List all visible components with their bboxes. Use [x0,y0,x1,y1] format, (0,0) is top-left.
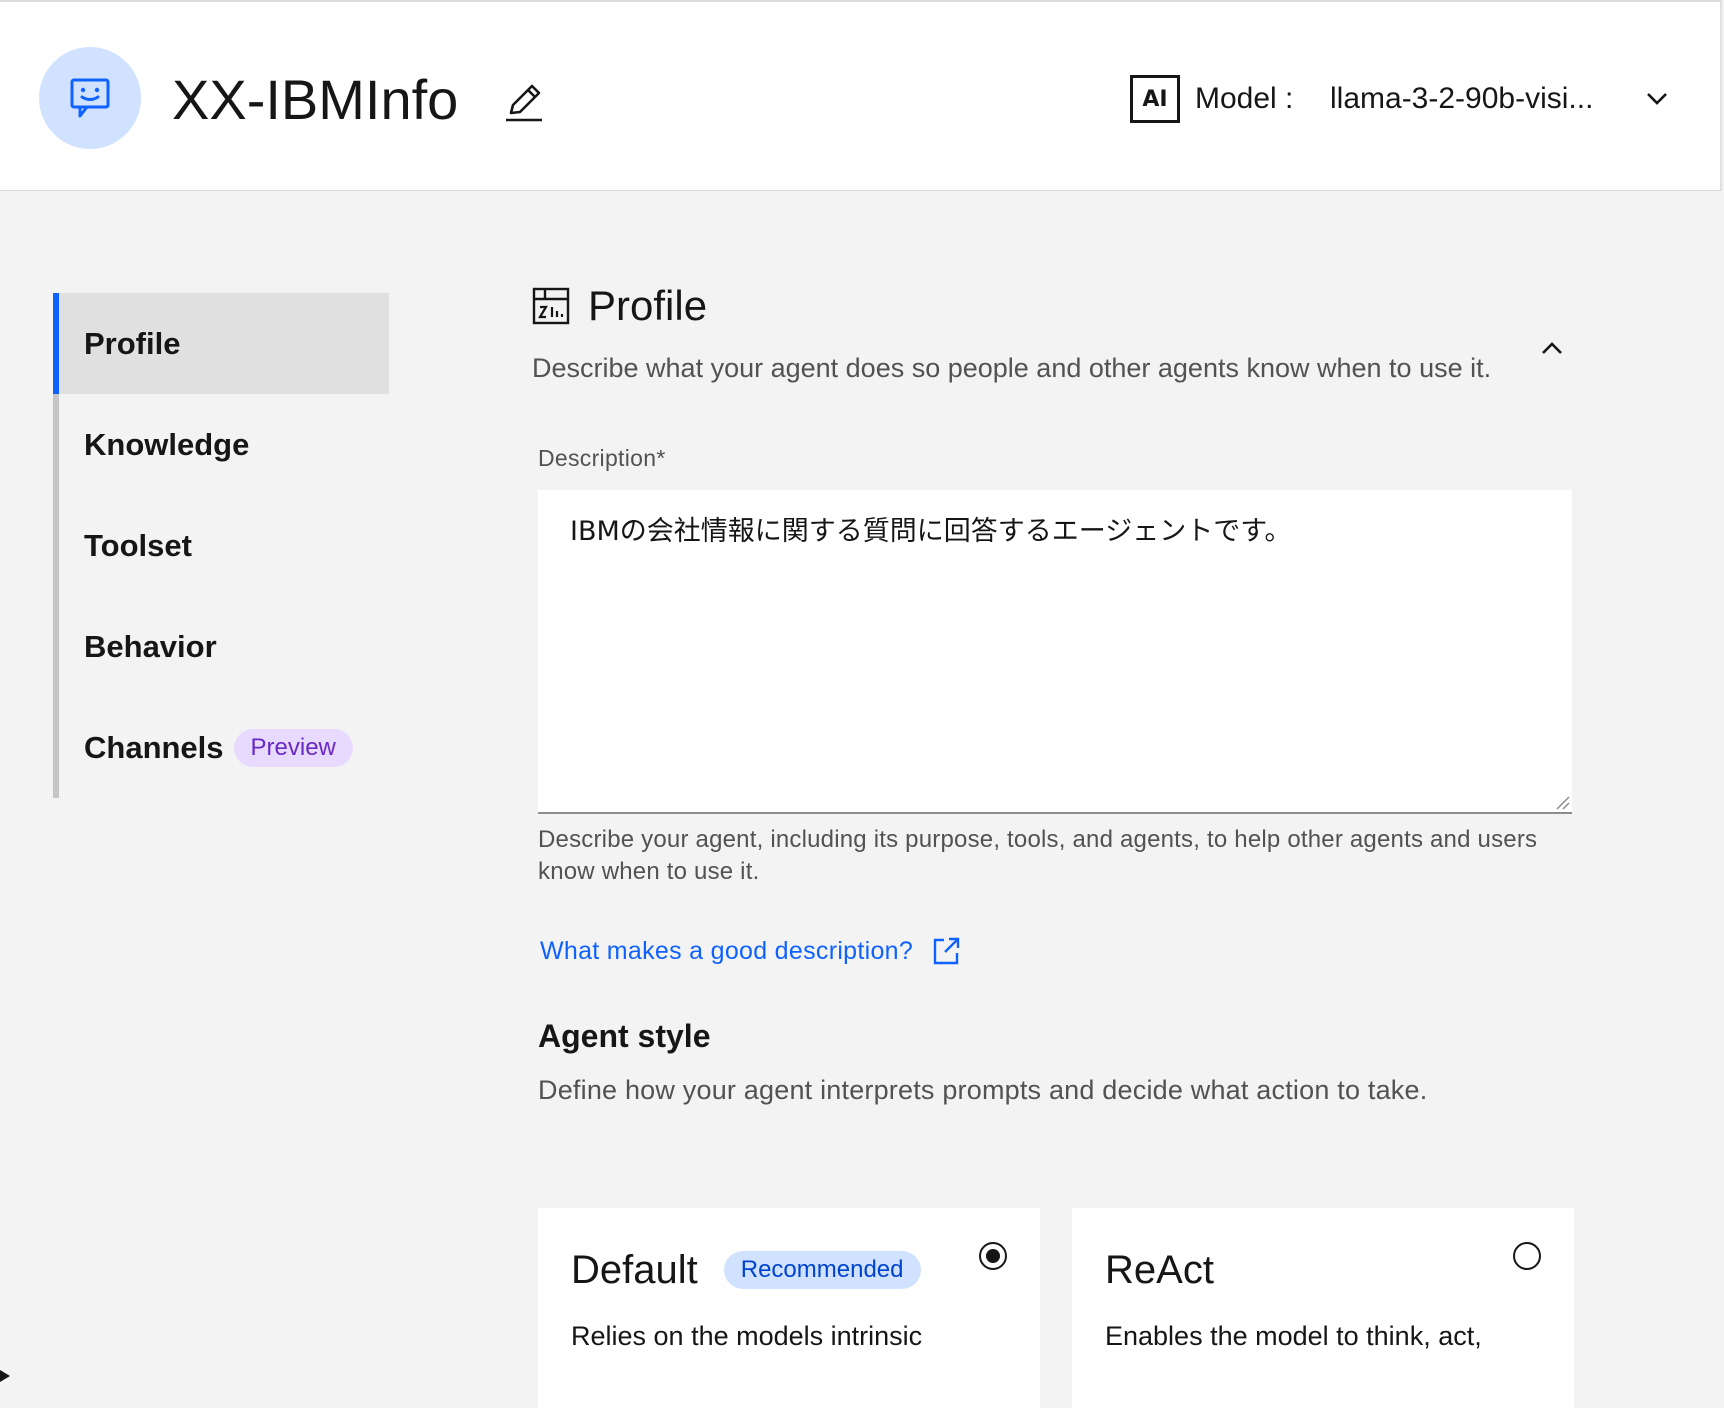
agent-avatar [39,47,141,149]
description-textarea[interactable]: IBMの会社情報に関する質問に回答するエージェントです。 [538,490,1572,812]
side-nav-item-channels[interactable]: Channels Preview [59,697,389,798]
side-nav-label: Toolset [84,527,192,563]
description-field[interactable]: IBMの会社情報に関する質問に回答するエージェントです。 [538,490,1572,814]
description-label: Description* [538,445,666,471]
style-radio-default[interactable] [979,1242,1007,1270]
chevron-down-icon [1647,93,1667,105]
preview-tag: Preview [233,728,353,767]
description-helper-text: Describe your agent, including its purpo… [538,826,1538,885]
side-nav-item-toolset[interactable]: Toolset [59,495,389,596]
section-description: Describe what your agent does so people … [532,353,1492,383]
side-nav-label: Behavior [84,628,217,664]
side-nav-item-profile[interactable]: Profile [53,293,389,394]
model-label: Model : [1195,82,1294,115]
profile-section: Profile Describe what your agent does so… [532,280,1574,1408]
style-card-react[interactable]: ReAct Enables the model to think, act, [1072,1208,1574,1408]
style-card-title: ReAct [1105,1248,1214,1292]
section-title: Profile [588,282,708,329]
section-header: Profile [532,280,1572,332]
collapse-section-button[interactable] [1532,328,1572,368]
agent-style-description: Define how your agent interprets prompts… [538,1075,1428,1105]
recommended-tag: Recommended [723,1251,921,1289]
app-header: XX-IBMInfo AI Model : llama-3-2-90b-visi… [0,0,1722,191]
ai-badge: AI [1130,75,1180,123]
style-radio-react[interactable] [1513,1242,1541,1270]
side-nav-label: Knowledge [84,426,250,462]
launch-icon [933,937,960,965]
side-nav: Profile Knowledge Toolset Behavior Chann… [53,293,389,798]
side-nav-label: Channels [84,729,224,765]
agent-style-title: Agent style [538,1018,711,1054]
side-nav-item-behavior[interactable]: Behavior [59,596,389,697]
good-description-link-text: What makes a good description? [540,936,914,965]
cursor-edge-marker [0,1370,10,1382]
agent-name: XX-IBMInfo [172,68,459,131]
agent-style-options: Default Recommended Relies on the models… [538,1208,1574,1408]
chat-bot-icon [70,78,110,118]
model-dropdown[interactable]: llama-3-2-90b-visi... [1330,74,1670,124]
model-value: llama-3-2-90b-visi... [1330,82,1594,115]
chevron-up-icon [1542,342,1562,354]
edit-icon [506,84,542,122]
style-card-default[interactable]: Default Recommended Relies on the models… [538,1208,1040,1408]
side-nav-label: Profile [84,325,181,361]
resize-grip-icon[interactable] [1554,794,1570,810]
style-card-title: Default [571,1248,698,1292]
edit-name-button[interactable] [500,78,548,126]
style-card-description: Enables the model to think, act, [1105,1321,1482,1351]
profile-icon [532,287,570,325]
good-description-link[interactable]: What makes a good description? [540,936,961,966]
side-nav-item-knowledge[interactable]: Knowledge [59,394,389,495]
style-card-description: Relies on the models intrinsic [571,1321,923,1351]
